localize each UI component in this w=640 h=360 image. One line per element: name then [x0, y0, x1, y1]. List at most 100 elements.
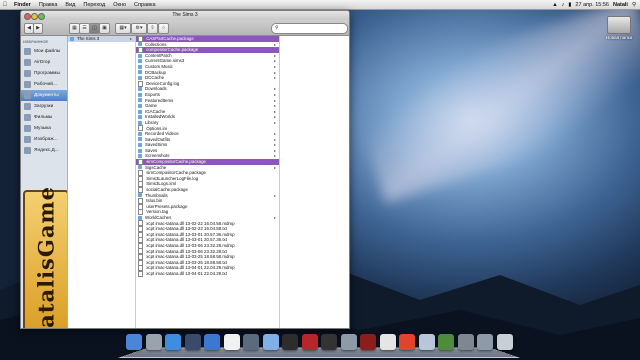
- folder-icon: [138, 87, 142, 92]
- sidebar-item-label: Яндекс.Д...: [34, 148, 59, 153]
- menu-go[interactable]: Переход: [83, 2, 105, 8]
- sidebar-item-label: Рабочий...: [34, 82, 57, 87]
- folder-icon: [138, 92, 142, 97]
- volume-icon[interactable]: ♪: [562, 2, 565, 8]
- ilife-icon[interactable]: [340, 334, 357, 350]
- folder-icon: [138, 75, 142, 80]
- column-browser-1: The Sims 3 ▸: [68, 36, 136, 328]
- zoom-button[interactable]: [38, 13, 45, 20]
- desktop-folder[interactable]: Новая папка: [606, 16, 632, 40]
- mission-control-icon[interactable]: [184, 334, 201, 350]
- spotlight-icon[interactable]: ⚲: [632, 2, 636, 8]
- downloads-stack-icon[interactable]: [477, 334, 493, 350]
- dock: [118, 330, 520, 358]
- apple-menu-icon[interactable]: : [0, 2, 10, 8]
- file-row[interactable]: xcpt imac-tatana.dll 13-04-01 22.04.29.t…: [136, 270, 279, 277]
- coverflow-view-button[interactable]: ▣: [99, 23, 110, 34]
- menu-finder[interactable]: Finder: [14, 2, 31, 8]
- sims-icon[interactable]: [438, 334, 454, 350]
- sidebar-item[interactable]: Яндекс.Д...: [21, 145, 67, 156]
- sidebar-item[interactable]: Документы: [21, 90, 67, 101]
- menu-view[interactable]: Вид: [65, 2, 75, 8]
- finder-icon[interactable]: [126, 334, 142, 350]
- folder-icon: [138, 59, 142, 64]
- calendar-icon[interactable]: [223, 334, 240, 350]
- desktop-folder-label: Новая папка: [606, 35, 633, 40]
- menubar-user[interactable]: Natali: [613, 2, 628, 8]
- window-toolbar: ◀ ▶ ▦ ☰ ◫ ▣ ▦▾ ⚙▾ ⇧ ○ ⚲: [21, 20, 349, 36]
- pictures-icon: [24, 136, 31, 143]
- window-titlebar[interactable]: The Sims 3: [21, 11, 349, 20]
- row-label: xcpt imac-tatana.dll 13-04-01 22.04.29.t…: [146, 270, 227, 276]
- mail-icon[interactable]: [418, 334, 435, 350]
- search-field[interactable]: ⚲: [271, 23, 348, 34]
- menu-window[interactable]: Окно: [113, 2, 126, 8]
- folder-icon: [138, 215, 142, 220]
- menu-help[interactable]: Справка: [134, 2, 156, 8]
- sidebar-item-label: Мои файлы: [34, 49, 61, 54]
- desktop-icon: [24, 81, 31, 88]
- applications-icon: [24, 70, 31, 77]
- photo-icon[interactable]: [243, 334, 259, 350]
- wallpaper-milky-way: [348, 0, 640, 204]
- folder-icon: [138, 131, 142, 136]
- system-preferences-icon[interactable]: [457, 334, 474, 350]
- folder-icon: [138, 154, 142, 159]
- music-icon: [24, 125, 31, 132]
- window-title: The Sims 3: [172, 12, 198, 18]
- sidebar-item[interactable]: Рабочий...: [21, 79, 67, 90]
- all-files-icon: [24, 48, 31, 55]
- sidebar-item-label: Документы: [34, 93, 59, 98]
- close-button[interactable]: [24, 13, 31, 20]
- folder-row[interactable]: The Sims 3 ▸: [68, 36, 135, 42]
- sidebar-item[interactable]: Фильмы: [21, 112, 67, 123]
- action-button[interactable]: ⚙▾: [131, 23, 147, 34]
- folder-icon: [138, 143, 142, 148]
- minimize-button[interactable]: [31, 13, 38, 20]
- battery-icon[interactable]: ▮: [568, 2, 571, 8]
- folder-icon: [138, 148, 142, 153]
- wifi-icon[interactable]: ▲: [552, 2, 557, 8]
- sidebar: ИЗБРАННОЕ Мои файлы AirDrop Программы Рабоч…: [21, 36, 68, 328]
- final-cut-icon[interactable]: [321, 334, 337, 350]
- folder-icon: [138, 193, 142, 198]
- game-icon[interactable]: [282, 334, 298, 350]
- sidebar-item-label: Фильмы: [34, 115, 53, 120]
- trash-icon[interactable]: [496, 334, 513, 350]
- folder-icon: [138, 53, 142, 58]
- downloads-icon: [24, 103, 31, 110]
- chrome-icon[interactable]: [399, 334, 415, 350]
- sidebar-item-label: Программы: [34, 71, 60, 76]
- folder-icon: [138, 109, 142, 114]
- dictionary-icon[interactable]: [360, 334, 376, 350]
- photo-booth-icon[interactable]: [301, 334, 318, 350]
- sidebar-item[interactable]: Музыка: [21, 123, 67, 134]
- sidebar-item-label: Изображ...: [34, 137, 58, 142]
- tag-button[interactable]: ○: [158, 23, 169, 34]
- folder-icon: [138, 103, 142, 108]
- app-store-icon[interactable]: [204, 334, 220, 350]
- itunes-icon[interactable]: [262, 334, 279, 350]
- sidebar-item[interactable]: Программы: [21, 68, 67, 79]
- sidebar-item-label: Загрузки: [34, 104, 54, 109]
- share-button[interactable]: ⇧: [147, 23, 158, 34]
- watermark-text: NatalisGame: [33, 185, 59, 328]
- sidebar-heading: ИЗБРАННОЕ: [23, 39, 49, 44]
- folder-icon: [138, 115, 142, 120]
- menu-edit[interactable]: Правка: [39, 2, 58, 8]
- sidebar-item[interactable]: AirDrop: [21, 57, 67, 68]
- folder-icon: [138, 165, 142, 170]
- folder-icon: [138, 64, 142, 69]
- sidebar-item[interactable]: Мои файлы: [21, 46, 67, 57]
- sidebar-item[interactable]: Загрузки: [21, 101, 67, 112]
- menubar-clock[interactable]: 27 апр. 15:56: [575, 2, 609, 8]
- folder-icon: [138, 70, 142, 75]
- preview-icon[interactable]: [379, 334, 396, 350]
- safari-icon[interactable]: [165, 334, 181, 350]
- menu-bar:  Finder Правка Вид Переход Окно Справка…: [0, 0, 640, 10]
- sidebar-item[interactable]: Изображ...: [21, 134, 67, 145]
- yandex-disk-icon: [24, 147, 31, 154]
- forward-button[interactable]: ▶: [33, 23, 43, 34]
- launchpad-icon[interactable]: [145, 334, 162, 350]
- arrange-button[interactable]: ▦▾: [115, 23, 131, 34]
